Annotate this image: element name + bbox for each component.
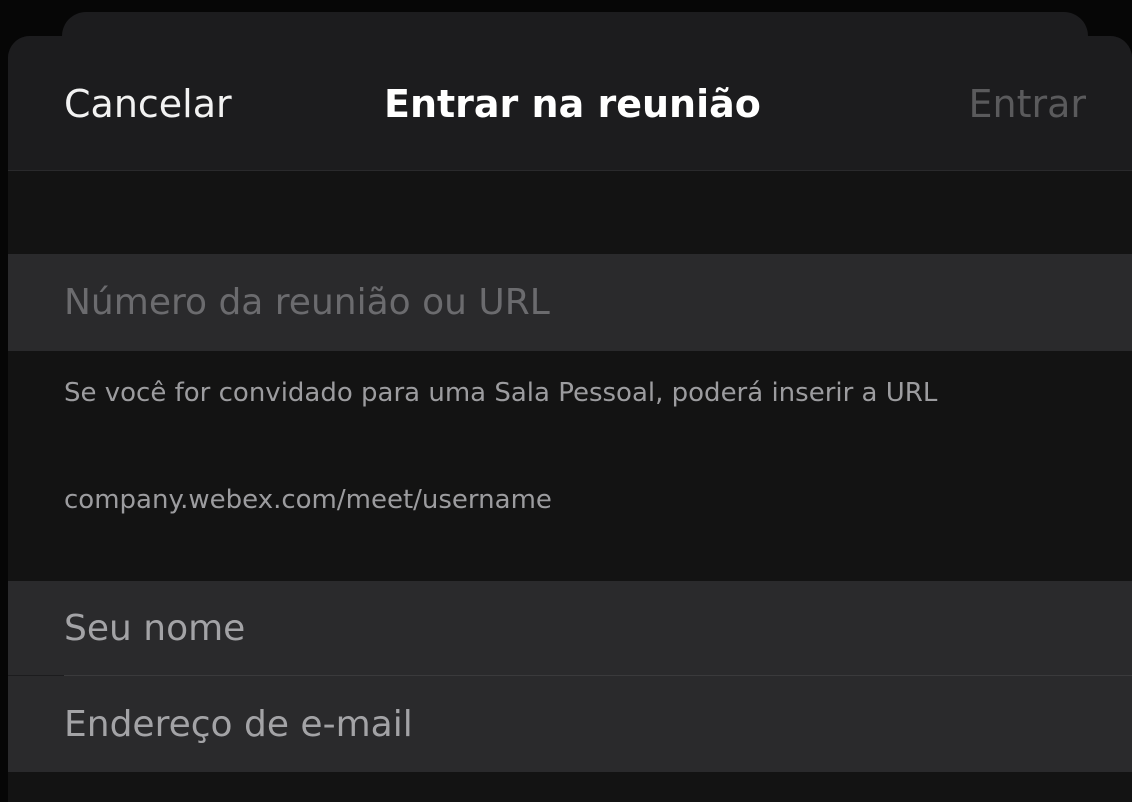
page-title: Entrar na reunião bbox=[384, 82, 761, 126]
name-row bbox=[8, 581, 1132, 675]
email-input[interactable] bbox=[64, 676, 1074, 772]
section-spacer bbox=[8, 171, 1132, 254]
join-button[interactable]: Entrar bbox=[968, 82, 1086, 126]
navigation-bar: Cancelar Entrar na reunião Entrar bbox=[8, 36, 1132, 171]
helper-section: Se você for convidado para uma Sala Pess… bbox=[8, 351, 1132, 581]
cancel-button[interactable]: Cancelar bbox=[64, 82, 232, 126]
join-meeting-sheet: Cancelar Entrar na reunião Entrar Se voc… bbox=[8, 36, 1132, 802]
example-url: company.webex.com/meet/username bbox=[64, 485, 552, 515]
email-row bbox=[8, 676, 1132, 772]
name-input[interactable] bbox=[64, 581, 1074, 675]
meeting-number-row bbox=[8, 254, 1132, 351]
bottom-spacer bbox=[8, 772, 1132, 802]
meeting-number-input[interactable] bbox=[64, 254, 1074, 351]
screen: Cancelar Entrar na reunião Entrar Se voc… bbox=[0, 0, 1132, 802]
helper-text: Se você for convidado para uma Sala Pess… bbox=[64, 378, 938, 408]
